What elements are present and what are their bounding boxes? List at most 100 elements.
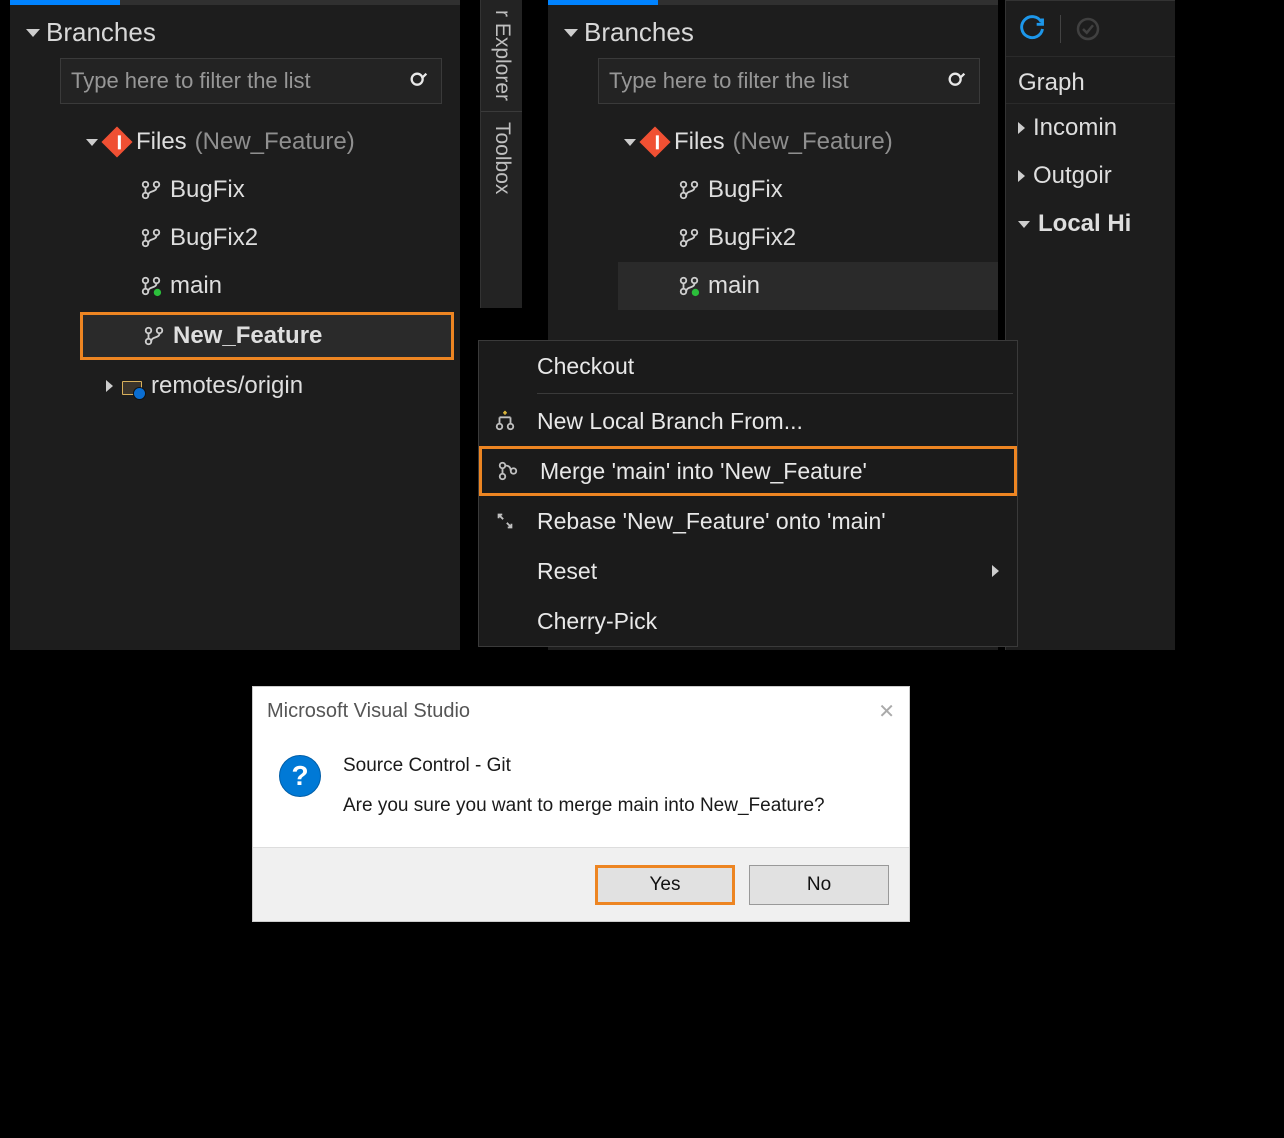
folder-icon [121, 375, 143, 397]
ctx-label: Checkout [537, 353, 634, 380]
dialog-titlebar: Microsoft Visual Studio ✕ [253, 687, 909, 735]
question-icon: ? [279, 755, 321, 797]
separator [537, 393, 1013, 394]
branch-label: BugFix [708, 176, 783, 204]
tab-server-explorer[interactable]: r Explorer [481, 0, 522, 111]
branch-row-bugfix2[interactable]: BugFix2 [80, 214, 460, 262]
tab-toolbox[interactable]: Toolbox [481, 111, 522, 204]
search-icon[interactable] [945, 69, 969, 93]
dialog-title: Microsoft Visual Studio [267, 700, 470, 723]
chevron-right-icon [992, 565, 999, 577]
branch-row-main[interactable]: main [618, 262, 998, 310]
ctx-rebase[interactable]: Rebase 'New_Feature' onto 'main' [479, 496, 1017, 546]
rebase-icon [491, 510, 519, 532]
ctx-label: New Local Branch From... [537, 408, 803, 435]
branch-label: main [170, 272, 222, 300]
branch-icon [143, 325, 165, 347]
branch-row-newfeature[interactable]: New_Feature [80, 312, 454, 360]
branch-icon [678, 179, 700, 201]
branch-icon [140, 227, 162, 249]
graph-panel: Graph Incomin Outgoir Local Hi [1005, 0, 1175, 650]
graph-row-incoming[interactable]: Incomin [1006, 104, 1175, 152]
graph-row-label: Outgoir [1033, 162, 1112, 190]
branch-row-main[interactable]: main [80, 262, 460, 310]
branch-tree: Files (New_Feature) BugFix BugFix2 main [548, 118, 998, 310]
expand-icon [624, 139, 636, 146]
expand-icon [86, 139, 98, 146]
ctx-label: Merge 'main' into 'New_Feature' [540, 458, 867, 485]
confirm-merge-dialog: Microsoft Visual Studio ✕ ? Source Contr… [252, 686, 910, 922]
graph-row-local-history[interactable]: Local Hi [1006, 200, 1175, 248]
repo-branch-paren: (New_Feature) [733, 128, 893, 156]
new-branch-icon [491, 410, 519, 432]
ctx-checkout[interactable]: Checkout [479, 341, 1017, 391]
branch-icon [140, 179, 162, 201]
section-title: Branches [46, 17, 156, 48]
ctx-cherry-pick[interactable]: Cherry-Pick [479, 596, 1017, 646]
graph-row-label: Local Hi [1038, 210, 1131, 238]
ctx-label: Cherry-Pick [537, 608, 657, 635]
repo-label: Files [136, 128, 187, 156]
graph-row-outgoing[interactable]: Outgoir [1006, 152, 1175, 200]
merge-icon [494, 460, 522, 482]
ctx-new-branch[interactable]: New Local Branch From... [479, 396, 1017, 446]
section-header[interactable]: Branches [548, 5, 998, 58]
git-repo-icon [101, 126, 132, 157]
ctx-label: Rebase 'New_Feature' onto 'main' [537, 508, 886, 535]
ctx-merge[interactable]: Merge 'main' into 'New_Feature' [479, 446, 1017, 496]
branch-row-bugfix2[interactable]: BugFix2 [618, 214, 998, 262]
repo-row[interactable]: Files (New_Feature) [618, 118, 998, 166]
search-icon[interactable] [407, 69, 431, 93]
graph-header: Graph [1006, 57, 1175, 104]
side-tabs: r Explorer Toolbox [480, 0, 522, 308]
dialog-text: Source Control - Git Are you sure you wa… [343, 755, 825, 817]
branch-icon [678, 275, 700, 297]
collapse-icon [26, 29, 40, 37]
remotes-row[interactable]: remotes/origin [80, 362, 460, 410]
graph-toolbar [1006, 1, 1175, 57]
filter-input[interactable] [71, 68, 397, 94]
filter-input[interactable] [609, 68, 935, 94]
repo-branch-paren: (New_Feature) [195, 128, 355, 156]
accent-strip [548, 0, 658, 5]
branch-label: BugFix2 [708, 224, 796, 252]
expand-icon [1018, 122, 1025, 134]
git-repo-icon [639, 126, 670, 157]
branch-context-menu: Checkout New Local Branch From... Merge … [478, 340, 1018, 647]
branch-label: main [708, 272, 760, 300]
expand-icon [106, 380, 113, 392]
repo-label: Files [674, 128, 725, 156]
collapse-icon [1018, 221, 1030, 228]
repo-row[interactable]: Files (New_Feature) [80, 118, 460, 166]
branch-row-bugfix[interactable]: BugFix [80, 166, 460, 214]
filter-box [60, 58, 442, 104]
filter-box [598, 58, 980, 104]
fetch-icon [1073, 14, 1103, 44]
ctx-reset[interactable]: Reset [479, 546, 1017, 596]
branch-tree: Files (New_Feature) BugFix BugFix2 main [10, 118, 460, 410]
yes-button[interactable]: Yes [595, 865, 735, 905]
accent-strip [10, 0, 120, 5]
branch-icon [678, 227, 700, 249]
separator [1060, 15, 1061, 43]
dialog-message: Are you sure you want to merge main into… [343, 795, 825, 817]
dialog-heading: Source Control - Git [343, 755, 825, 777]
section-header[interactable]: Branches [10, 5, 460, 58]
branches-panel-left: Branches Files (New_Feature) BugFix BugF… [10, 0, 460, 650]
branch-label: New_Feature [173, 322, 322, 350]
dialog-buttons: Yes No [253, 847, 909, 921]
section-title: Branches [584, 17, 694, 48]
branch-row-bugfix[interactable]: BugFix [618, 166, 998, 214]
branch-icon [140, 275, 162, 297]
close-icon[interactable]: ✕ [878, 699, 895, 724]
no-button[interactable]: No [749, 865, 889, 905]
graph-row-label: Incomin [1033, 114, 1117, 142]
branch-label: BugFix2 [170, 224, 258, 252]
branch-label: BugFix [170, 176, 245, 204]
refresh-icon[interactable] [1016, 13, 1048, 45]
collapse-icon [564, 29, 578, 37]
ctx-label: Reset [537, 558, 597, 585]
dialog-body: ? Source Control - Git Are you sure you … [253, 735, 909, 847]
remotes-label: remotes/origin [151, 372, 303, 400]
expand-icon [1018, 170, 1025, 182]
